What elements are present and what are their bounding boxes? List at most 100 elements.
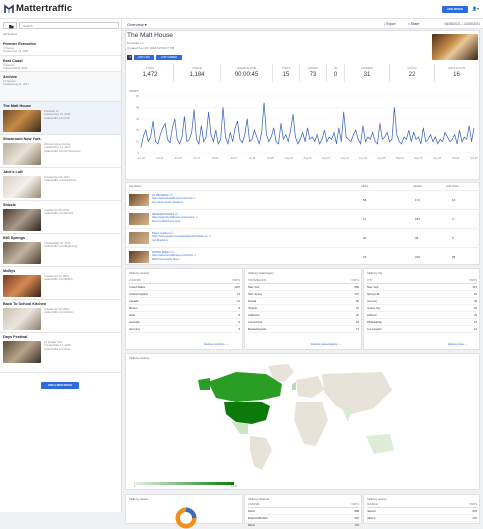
table-row[interactable]: United States 1137 [129,285,240,291]
table-row[interactable]: Ashburn 26 [367,313,477,319]
chart-point [384,136,385,138]
chart-point [333,132,335,133]
table-row[interactable]: Connecticut 18 [248,320,359,326]
edit-link-button[interactable]: EDIT LINK [134,55,154,60]
table-row[interactable]: (direct) 215 [367,516,477,522]
chart-point [328,136,330,138]
table-row[interactable]: Los Angeles 12 [367,327,477,333]
row-label: Mexico [129,307,138,310]
tag-row[interactable]: Map Location ☑ https://www.google.com/ma… [126,228,480,247]
sidebar-folder-east-coast[interactable]: East Coast 0 Spaces Created Mar 8, 2021 [0,56,121,72]
sidebar-space-malt-house[interactable]: The Malt House 8 Hodder Ln Created Sep 2… [0,102,121,135]
tag-clicks: 30 [363,236,367,240]
sidebar-space-big-springs[interactable]: BIG Springs Created May 31, 2016 mattert… [0,234,121,267]
chart-point [174,118,176,120]
sidebar-space-shizzle[interactable]: Shizzle Created Jul 28, 2016 mattertraff… [0,201,121,234]
sidebar-space-back-to-school[interactable]: Back To School Kitchen Created Jul 12, 2… [0,300,121,333]
table-row[interactable]: Jersey City 32 [367,306,477,312]
table-row[interactable]: Mexico 8 [129,306,240,312]
chart-point [459,129,460,131]
row-label: Virginia [248,307,257,310]
folder-button[interactable] [3,22,17,29]
col-header: CITY [367,279,373,282]
sidebar-space-mcbys[interactable]: McBys Created Jul 12, 2016 mattertraffic… [0,267,121,300]
table-row[interactable]: New Jersey 137 [248,292,359,298]
explore-countries-link[interactable]: Explore countries → [204,343,228,346]
row-label: Connecticut [248,321,263,324]
table-row[interactable]: India 8 [129,313,240,319]
table-row[interactable]: Virginia 31 [248,306,359,312]
chart-point [278,143,279,145]
tag-clicks: 11 [363,217,367,221]
chart-point [237,120,238,122]
card-title: Visits by country [129,271,150,275]
sidebar-folder-archive[interactable]: Archive 12 Spaces Created Aug 11, 2017 [0,72,121,102]
row-value: 898 [354,510,359,513]
chart-x-tick: Jun 20 [174,157,182,160]
tag-row[interactable]: DRINK MENU ☑ https://www.themalthouse.co… [126,247,480,266]
chart-x-tick: Aug 15 [322,157,331,160]
table-row[interactable]: (not set) 36 [367,299,477,305]
logo-icon[interactable] [4,4,14,14]
stat-unique: UNIQUE 1,184 [174,64,221,82]
date-range-picker[interactable]: 06/06/2021 – 10/15/2021 [426,21,480,28]
table-row[interactable]: New York 895 [248,285,359,291]
chart-x-tick: Sep 19 [415,157,424,160]
sidebar-folder-premier-executive[interactable]: Premier Executive 0 Spaces Created Apr 1… [0,39,121,56]
col-header: VISITS [469,279,477,282]
table-row[interactable]: MattertrafficWeb 520 [248,516,359,522]
table-row[interactable]: Direct 101 [248,523,359,529]
table-row[interactable]: Spring Hill 69 [367,292,477,298]
map-africa [294,402,328,446]
chart-point [372,132,373,133]
world-map[interactable] [196,362,411,474]
gear-icon: ⚙ [129,56,132,59]
explore-cities-link[interactable]: Explore cities → [448,343,467,346]
tag-description[interactable]: Malt House Drinks Menu [152,258,179,261]
copy-embed-button[interactable]: COPY EMBED [156,55,182,60]
sidebar-space-jacks-loft[interactable]: Jack's Loft Created Jun 29, 2017 mattert… [0,168,121,201]
tag-row[interactable]: RESERVATIONS ☑ https://www.themalthouse.… [126,209,480,228]
table-row[interactable]: New York 467 [367,285,477,291]
tag-description[interactable]: See Show Choice Sessions [152,201,183,204]
top-bar: Mattertraffic ADD SPACE 👤▾ [0,0,483,19]
chart-point [343,111,344,113]
table-row[interactable]: Direct 898 [248,509,359,515]
space-url: mattertraffic.com/days [44,347,71,351]
table-row[interactable]: Massachusetts 13 [248,327,359,333]
space-address: 8 Hodder Ln [127,41,144,45]
sidebar-space-showroom-ny[interactable]: Showroom New York 200 Lexington Avenue C… [0,135,121,168]
tag-description[interactable]: Get Directions [152,239,168,242]
stat-total: TOTAL 1,472 [127,64,174,82]
user-menu[interactable]: 👤▾ [472,6,481,13]
all-spaces-label: All Spaces [3,32,18,36]
table-row[interactable]: United Kingdom 13 [129,292,240,298]
space-title: Days Festival [3,335,28,339]
share-button[interactable]: < Share [408,22,419,26]
tag-row[interactable]: CLUB MENU ☑ https://www.themalthouse.com… [126,190,480,209]
stat-moves: MOVES 73 [300,64,327,82]
chart-point [324,129,325,131]
app-title: Mattertraffic [16,3,73,14]
space-header-thumbnail[interactable] [432,34,478,60]
sidebar-space-days-festival[interactable]: Days Festival 27 Quaker Tour Created May… [0,333,121,373]
table-row[interactable]: Florida 60 [248,299,359,305]
tag-description[interactable]: Reserve Malt House Now [152,220,180,223]
col-header: SOURCE [367,503,378,506]
visits-by-city-card: Visits by city CITY VISITS New York 467 … [363,268,480,350]
add-space-button[interactable]: ADD SPACE [442,6,468,13]
add-new-space-button[interactable]: ADD A NEW SPACE [41,382,79,389]
table-row[interactable]: referral 878 [367,509,477,515]
table-row[interactable]: Philadelphia 16 [367,320,477,326]
export-button[interactable]: ⤓ Export [384,22,396,26]
table-row[interactable]: Australia 5 [129,320,240,326]
search-input[interactable] [19,22,119,29]
table-header: CITY VISITS [367,279,477,284]
overview-dropdown[interactable]: Overview ▾ [127,22,147,27]
settings-button[interactable]: ⚙ [127,55,132,60]
chart-y-tick: 50 [136,94,139,98]
table-row[interactable]: California 22 [248,313,359,319]
table-row[interactable]: Canada 10 [129,299,240,305]
explore-regions-link[interactable]: Explore states/regions → [311,343,341,346]
table-row[interactable]: Germany 5 [129,327,240,333]
